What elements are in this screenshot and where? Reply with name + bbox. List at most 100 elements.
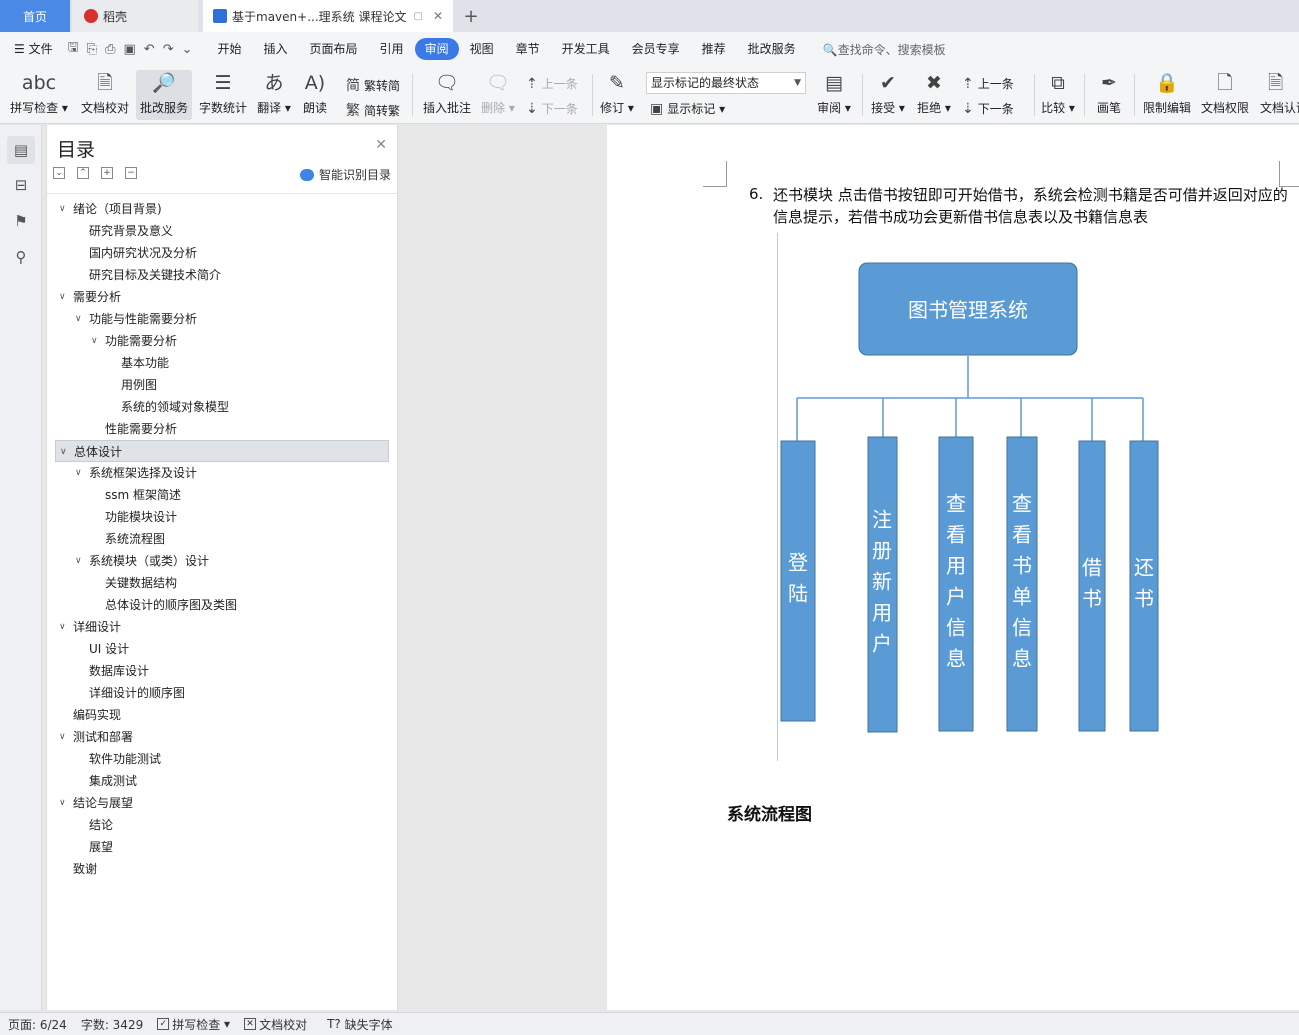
menu-tab-7[interactable]: 开发工具 [551,38,621,60]
prev-change-button[interactable]: ⇡ 上一条 [962,75,1014,92]
toc-panel-icon[interactable]: ▤ [7,136,35,164]
toc-item[interactable]: 结论 [55,814,389,836]
toc-item[interactable]: ∨ 结论与展望 [55,792,389,814]
print-icon[interactable]: ⎙ [101,42,119,57]
file-menu[interactable]: ☰ 文件 [0,38,64,60]
toc-item[interactable]: 致谢 [55,858,389,880]
document-page[interactable]: 6. 还书模块 点击借书按钮即可开始借书，系统会检测书籍是否可借并返回对应的信息… [607,125,1299,1010]
chevron-down-icon[interactable]: ∨ [75,308,82,330]
menu-tab-1[interactable]: 插入 [253,38,299,60]
toc-item[interactable]: ∨ 系统模块（或类）设计 [55,550,389,572]
toc-item[interactable]: ∨ 测试和部署 [55,726,389,748]
toc-item[interactable]: ∨ 需要分析 [55,286,389,308]
collapse-all-icon[interactable]: ⌄ [53,167,65,179]
status-spell-check[interactable]: ✓ 拼写检查 ▾ [157,1016,230,1033]
insert-comment-button[interactable]: 🗨 插入批注 [420,70,474,120]
chevron-down-icon[interactable]: ∨ [59,792,66,814]
toc-item[interactable]: 功能模块设计 [55,506,389,528]
chevron-down-icon[interactable]: ∨ [59,616,66,638]
toc-item[interactable]: 用例图 [55,374,389,396]
menu-tab-9[interactable]: 推荐 [691,38,737,60]
toc-item[interactable]: UI 设计 [55,638,389,660]
preview-icon[interactable]: ▣ [119,42,139,57]
chevron-down-icon[interactable]: ∨ [59,198,66,220]
toc-item[interactable]: ∨ 功能与性能需要分析 [55,308,389,330]
pin-icon[interactable]: ▢ [414,11,423,22]
toc-item[interactable]: 集成测试 [55,770,389,792]
simp-to-trad-button[interactable]: 繁简转繁 [346,100,400,120]
toc-item[interactable]: ∨ 总体设计 [55,440,389,462]
doc-certify-button[interactable]: 🗎 文档认证 [1256,70,1299,120]
toc-item[interactable]: 基本功能 [55,352,389,374]
tab-document[interactable]: 基于maven+...理系统 课程论文 ▢ ✕ [203,0,453,32]
toc-item[interactable]: ∨ 系统框架选择及设计 [55,462,389,484]
tab-home[interactable]: 首页 [0,0,70,32]
command-search[interactable]: 🔍查找命令、搜索模板 [823,41,946,58]
toc-item[interactable]: 总体设计的顺序图及类图 [55,594,389,616]
toc-item[interactable]: ∨ 绪论（项目背景) [55,198,389,220]
remove-heading-icon[interactable]: − [125,167,137,179]
markup-state-select[interactable]: 显示标记的最终状态 ▼ [646,72,806,94]
menu-tab-6[interactable]: 章节 [505,38,551,60]
menu-tab-10[interactable]: 批改服务 [737,38,807,60]
toc-item[interactable]: 软件功能测试 [55,748,389,770]
toc-item[interactable]: 数据库设计 [55,660,389,682]
prev-comment-button[interactable]: ⇡ 上一条 [526,75,578,92]
chevron-down-icon[interactable]: ∨ [60,441,67,463]
menu-tab-5[interactable]: 视图 [459,38,505,60]
chevron-down-icon[interactable]: ∨ [75,462,82,484]
add-heading-icon[interactable]: + [101,167,113,179]
toc-item[interactable]: 研究目标及关键技术简介 [55,264,389,286]
menu-tab-8[interactable]: 会员专享 [621,38,691,60]
correct-service-button[interactable]: 🔎 批改服务 [136,70,192,120]
restrict-edit-button[interactable]: 🔒 限制编辑 [1140,70,1194,120]
chevron-down-icon[interactable]: ∨ [59,726,66,748]
review-pane-button[interactable]: ▤ 审阅 ▾ [814,70,854,120]
tab-daoke[interactable]: 稻壳 [72,0,198,32]
toc-item[interactable]: 系统的领域对象模型 [55,396,389,418]
doc-permission-button[interactable]: 🗋 文档权限 [1198,70,1252,120]
toc-item[interactable]: 详细设计的顺序图 [55,682,389,704]
toc-item[interactable]: 国内研究状况及分析 [55,242,389,264]
toc-item[interactable]: 研究背景及意义 [55,220,389,242]
search-icon[interactable]: ⚲ [7,243,35,271]
new-tab-button[interactable]: + [460,0,482,32]
toc-item[interactable]: ssm 框架简述 [55,484,389,506]
read-aloud-button[interactable]: A) 朗读 [298,70,332,120]
next-comment-button[interactable]: ⇣ 下一条 [526,100,578,117]
expand-all-icon[interactable]: ⌃ [77,167,89,179]
menu-tab-3[interactable]: 引用 [369,38,415,60]
delete-comment-button[interactable]: 🗨 删除 ▾ [478,70,518,120]
pen-button[interactable]: ✒ 画笔 [1092,70,1126,120]
next-change-button[interactable]: ⇣ 下一条 [962,100,1014,117]
undo-icon[interactable]: ↶ [140,42,159,57]
redo-icon[interactable]: ↷ [159,42,178,57]
menu-tab-2[interactable]: 页面布局 [299,38,369,60]
show-markup-button[interactable]: ▣ 显示标记 ▾ [650,100,725,117]
compare-button[interactable]: ⧉ 比较 ▾ [1040,70,1076,120]
toc-item[interactable]: 展望 [55,836,389,858]
toc-item[interactable]: 系统流程图 [55,528,389,550]
close-icon[interactable]: ✕ [375,137,387,153]
save-icon[interactable]: 🖫 [64,38,83,60]
trad-to-simp-button[interactable]: 简繁转简 [346,75,400,95]
word-count[interactable]: 字数: 3429 [81,1016,143,1033]
toc-item[interactable]: 编码实现 [55,704,389,726]
reject-button[interactable]: ✖ 拒绝 ▾ [914,70,954,120]
close-tab-icon[interactable]: ✕ [433,9,443,23]
menu-tab-4[interactable]: 审阅 [414,38,459,60]
chevron-down-icon[interactable]: ∨ [59,286,66,308]
proofread-button[interactable]: 🗎 文档校对 [76,70,134,120]
customize-dropdown-icon[interactable]: ⌄ [178,42,197,57]
smart-toc-button[interactable]: 智能识别目录 [299,166,391,183]
chapter-nav-icon[interactable]: ⊟ [7,171,35,199]
toc-item[interactable]: ∨ 功能需要分析 [55,330,389,352]
toc-item[interactable]: 关键数据结构 [55,572,389,594]
missing-font[interactable]: T? 缺失字体 [327,1016,393,1033]
page-indicator[interactable]: 页面: 6/24 [8,1016,67,1033]
toc-item[interactable]: ∨ 详细设计 [55,616,389,638]
bookmark-icon[interactable]: ⚑ [7,207,35,235]
track-changes-button[interactable]: ✎ 修订 ▾ [598,70,636,120]
status-proofread[interactable]: ✕ 文档校对 [244,1016,307,1033]
accept-button[interactable]: ✔ 接受 ▾ [868,70,908,120]
